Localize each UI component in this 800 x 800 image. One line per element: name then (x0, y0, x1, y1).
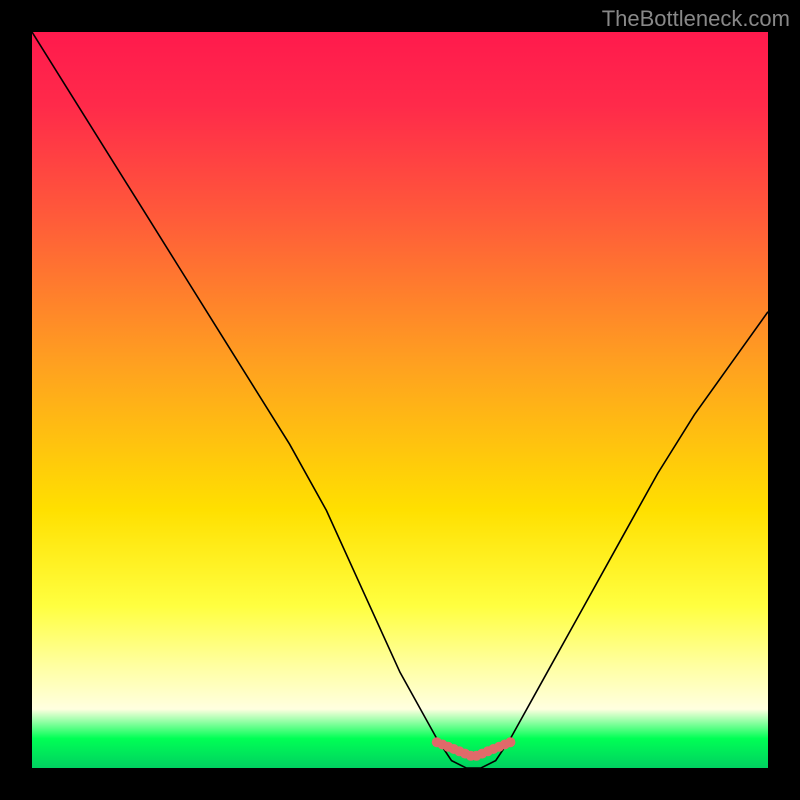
watermark-text: TheBottleneck.com (602, 6, 790, 32)
chart-plot-area (32, 32, 768, 768)
trough-marker (432, 737, 516, 761)
curve-path (32, 32, 768, 768)
trough-dot (505, 737, 515, 747)
chart-frame: TheBottleneck.com (0, 0, 800, 800)
bottleneck-curve (32, 32, 768, 768)
